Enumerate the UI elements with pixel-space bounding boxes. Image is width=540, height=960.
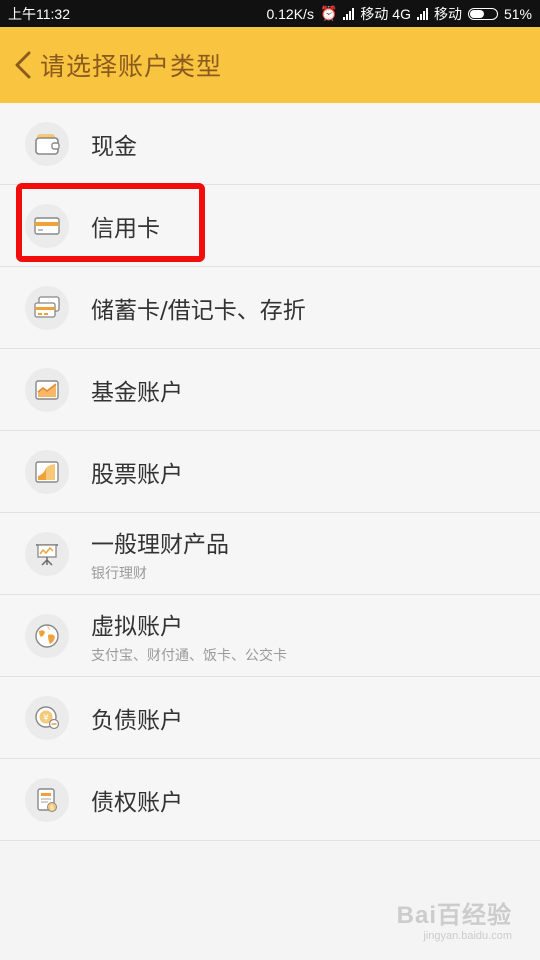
account-type-label: 基金账户 (91, 379, 183, 406)
status-bar: 上午11:32 0.12K/s ⏰ 移动 4G 移动 51% (0, 0, 540, 27)
presentation-icon (25, 531, 69, 576)
debt-coin-icon: ¥ (25, 695, 69, 740)
watermark-text: Bai百经验 (396, 902, 512, 929)
svg-text:¥: ¥ (43, 713, 49, 723)
battery-icon (467, 7, 498, 20)
alarm-icon: ⏰ (319, 5, 338, 21)
account-type-label: 一般理财产品 (91, 531, 229, 558)
account-type-label: 虚拟账户 (91, 613, 183, 640)
account-type-receivable[interactable]: $ 债权账户 (0, 759, 540, 841)
carrier-2: 移动 (433, 5, 462, 22)
svg-text:$: $ (50, 803, 54, 811)
carrier-1: 移动 4G (360, 5, 411, 22)
network-speed: 0.12K/s (266, 5, 314, 22)
account-type-label: 债权账户 (91, 789, 183, 816)
battery-fill (469, 9, 485, 18)
status-indicators: 0.12K/s ⏰ 移动 4G 移动 51% (266, 4, 532, 24)
account-type-subtitle: 银行理财 (91, 565, 147, 582)
account-type-label: 信用卡 (91, 215, 160, 242)
wallet-icon (25, 121, 69, 166)
status-time: 上午11:32 (8, 5, 70, 22)
account-type-debit-card[interactable]: 储蓄卡/借记卡、存折 (0, 267, 540, 349)
debit-cards-icon (25, 285, 69, 330)
watermark-url: jingyan.baidu.com (423, 930, 512, 942)
account-type-cash[interactable]: 现金 (0, 103, 540, 185)
app-header: 请选择账户类型 (0, 27, 540, 103)
battery-percent: 51% (503, 5, 532, 22)
account-type-stock[interactable]: 股票账户 (0, 431, 540, 513)
baidu-watermark: Bai百经验 jingyan.baidu.com (397, 895, 512, 942)
account-type-debt[interactable]: ¥ 负债账户 (0, 677, 540, 759)
account-type-label: 现金 (91, 133, 137, 160)
account-type-label: 储蓄卡/借记卡、存折 (91, 297, 306, 324)
account-type-list: 现金 信用卡 储蓄卡/借记卡、存折 基金账户 股票账户 一般理财产品 银行理财 … (0, 103, 540, 841)
fund-chart-icon (25, 367, 69, 412)
account-type-credit-card[interactable]: 信用卡 (0, 185, 540, 267)
account-type-wealth-product[interactable]: 一般理财产品 银行理财 (0, 513, 540, 595)
credit-card-icon (25, 203, 69, 248)
chevron-left-icon (15, 51, 31, 79)
page-title: 请选择账户类型 (40, 52, 223, 81)
back-button[interactable] (12, 50, 34, 80)
account-type-label: 负债账户 (91, 707, 183, 734)
signal-icon-2 (416, 7, 428, 20)
signal-icon (343, 7, 355, 20)
account-type-label: 股票账户 (91, 461, 183, 488)
receivable-doc-icon: $ (25, 777, 69, 822)
account-type-subtitle: 支付宝、财付通、饭卡、公交卡 (91, 647, 287, 664)
account-type-virtual[interactable]: 虚拟账户 支付宝、财付通、饭卡、公交卡 (0, 595, 540, 677)
account-type-fund[interactable]: 基金账户 (0, 349, 540, 431)
stock-chart-icon (25, 449, 69, 494)
globe-icon (25, 613, 69, 658)
